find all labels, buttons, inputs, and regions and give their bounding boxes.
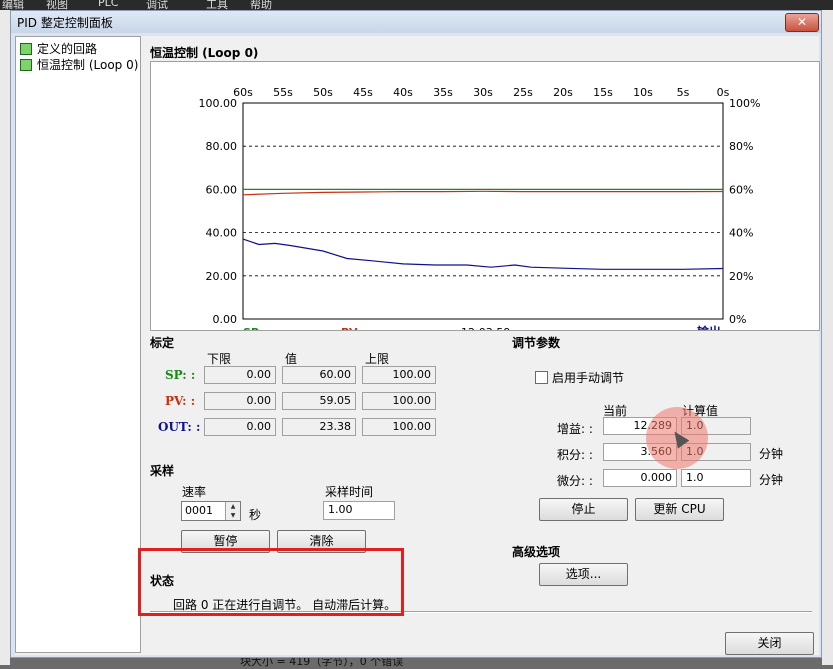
y2-tick-label: 20%	[729, 270, 753, 283]
pid-tuning-dialog: PID 整定控制面板 ✕ 定义的回路 恒温控制 (Loop 0) 恒温控制 (L…	[10, 10, 822, 658]
time-label: 55s	[273, 86, 293, 99]
pv-low-field: 0.00	[204, 392, 276, 410]
time-label: 50s	[313, 86, 333, 99]
advanced-title: 高级选项	[512, 545, 561, 559]
out-row-label: OUT: :	[158, 420, 201, 434]
close-button[interactable]: 关闭	[725, 632, 814, 655]
legend-out: 输出	[697, 324, 721, 330]
bg-menu-tools: 工具	[206, 0, 228, 10]
time-label: 25s	[513, 86, 533, 99]
pv-high-field: 100.00	[362, 392, 436, 410]
dialog-client: 定义的回路 恒温控制 (Loop 0) 恒温控制 (Loop 0) 100.00…	[15, 36, 820, 655]
sp-high-field: 100.00	[362, 366, 436, 384]
manual-tuning-checkbox[interactable]	[535, 371, 548, 384]
sampling-title: 采样	[150, 464, 175, 478]
sp-row-label: SP: :	[165, 368, 196, 382]
spin-down-icon[interactable]: ▼	[226, 511, 240, 520]
background-left-panel	[0, 10, 10, 665]
pv-row-label: PV: :	[165, 394, 196, 408]
bg-menu-view: 视图	[46, 0, 68, 10]
rate-unit: 秒	[249, 508, 262, 522]
integral-unit: 分钟	[759, 447, 784, 461]
y-tick-label: 60.00	[206, 183, 238, 196]
bg-menu-help: 帮助	[250, 0, 272, 10]
options-button[interactable]: 选项...	[539, 563, 628, 586]
background-menubar: 编辑 视图 PLC 调试 工具 帮助	[0, 0, 833, 10]
time-label: 60s	[233, 86, 253, 99]
bg-menu-edit: 编辑	[2, 0, 24, 10]
time-label: 30s	[473, 86, 493, 99]
time-label: 5s	[677, 86, 690, 99]
y2-tick-label: 100%	[729, 97, 760, 110]
out-low-field: 0.00	[204, 418, 276, 436]
time-label: 15s	[593, 86, 613, 99]
manual-tuning-label: 启用手动调节	[552, 371, 625, 385]
trend-chart: 100.00 80.00 60.00 40.00 20.00 0.00 100% 80% 60%…	[150, 61, 820, 331]
dialog-title: PID 整定控制面板	[17, 16, 113, 30]
tree-item-label: 恒温控制 (Loop 0)	[37, 58, 139, 72]
loop-tree: 定义的回路 恒温控制 (Loop 0)	[15, 36, 141, 653]
time-label: 40s	[393, 86, 413, 99]
y-tick-label: 0.00	[213, 313, 238, 326]
stop-button[interactable]: 停止	[539, 498, 628, 521]
spin-up-icon[interactable]: ▲	[226, 502, 240, 511]
y2-tick-label: 80%	[729, 140, 753, 153]
rate-value: 0001	[185, 504, 213, 517]
scaling-title: 标定	[150, 336, 175, 350]
bg-menu-debug: 调试	[146, 0, 168, 10]
bg-menu-plc: PLC	[98, 0, 119, 9]
y2-tick-label: 40%	[729, 227, 753, 240]
rate-stepper[interactable]: 0001 ▲ ▼	[181, 501, 241, 521]
out-value-field: 23.38	[282, 418, 356, 436]
loop-folder-icon	[20, 42, 32, 55]
time-label: 10s	[633, 86, 653, 99]
time-label: 35s	[433, 86, 453, 99]
sp-low-field: 0.00	[204, 366, 276, 384]
integral-label: 积分: :	[557, 448, 593, 462]
time-label: 0s	[717, 86, 730, 99]
y-tick-label: 80.00	[206, 140, 238, 153]
dialog-titlebar: PID 整定控制面板 ✕	[11, 11, 821, 33]
scaling-col-value: 值	[285, 352, 298, 366]
legend-pv: PV	[341, 326, 358, 330]
y-tick-label: 40.00	[206, 227, 238, 240]
tree-item-label: 定义的回路	[37, 42, 98, 56]
time-label: 20s	[553, 86, 573, 99]
y2-tick-label: 0%	[729, 313, 746, 326]
pv-value-field: 59.05	[282, 392, 356, 410]
close-icon[interactable]: ✕	[785, 13, 819, 32]
tree-item-defined-loops[interactable]: 定义的回路	[20, 41, 97, 56]
gain-label: 增益: :	[557, 422, 593, 436]
y-tick-label: 100.00	[199, 97, 238, 110]
scaling-col-high: 上限	[365, 352, 390, 366]
trend-chart-svg: 100.00 80.00 60.00 40.00 20.00 0.00 100% 80% 60%…	[199, 86, 761, 330]
rate-label: 速率	[182, 485, 207, 499]
derivative-current-field[interactable]: 0.000	[603, 469, 677, 487]
background-right-panel	[822, 10, 833, 665]
plot-frame	[242, 102, 724, 320]
derivative-unit: 分钟	[759, 473, 784, 487]
update-cpu-button[interactable]: 更新 CPU	[635, 498, 724, 521]
derivative-calc-field: 1.0	[681, 469, 751, 487]
out-high-field: 100.00	[362, 418, 436, 436]
derivative-label: 微分: :	[557, 474, 593, 488]
rate-stepper-arrows[interactable]: ▲ ▼	[225, 502, 240, 520]
y2-tick-label: 60%	[729, 183, 753, 196]
loop-icon	[20, 58, 32, 71]
y-tick-label: 20.00	[206, 270, 238, 283]
tuning-title: 调节参数	[512, 336, 561, 350]
legend-sp: SP	[243, 326, 259, 330]
status-highlight-box	[138, 548, 404, 616]
chart-caption: 恒温控制 (Loop 0)	[150, 46, 259, 60]
sample-time-field[interactable]: 1.00	[323, 501, 395, 520]
sp-value-field: 60.00	[282, 366, 356, 384]
scaling-col-low: 下限	[207, 352, 232, 366]
chart-timestamp: 12:03:59	[461, 326, 510, 330]
time-label: 45s	[353, 86, 373, 99]
sample-time-label: 采样时间	[325, 485, 374, 499]
tree-item-loop-0[interactable]: 恒温控制 (Loop 0)	[20, 57, 138, 72]
